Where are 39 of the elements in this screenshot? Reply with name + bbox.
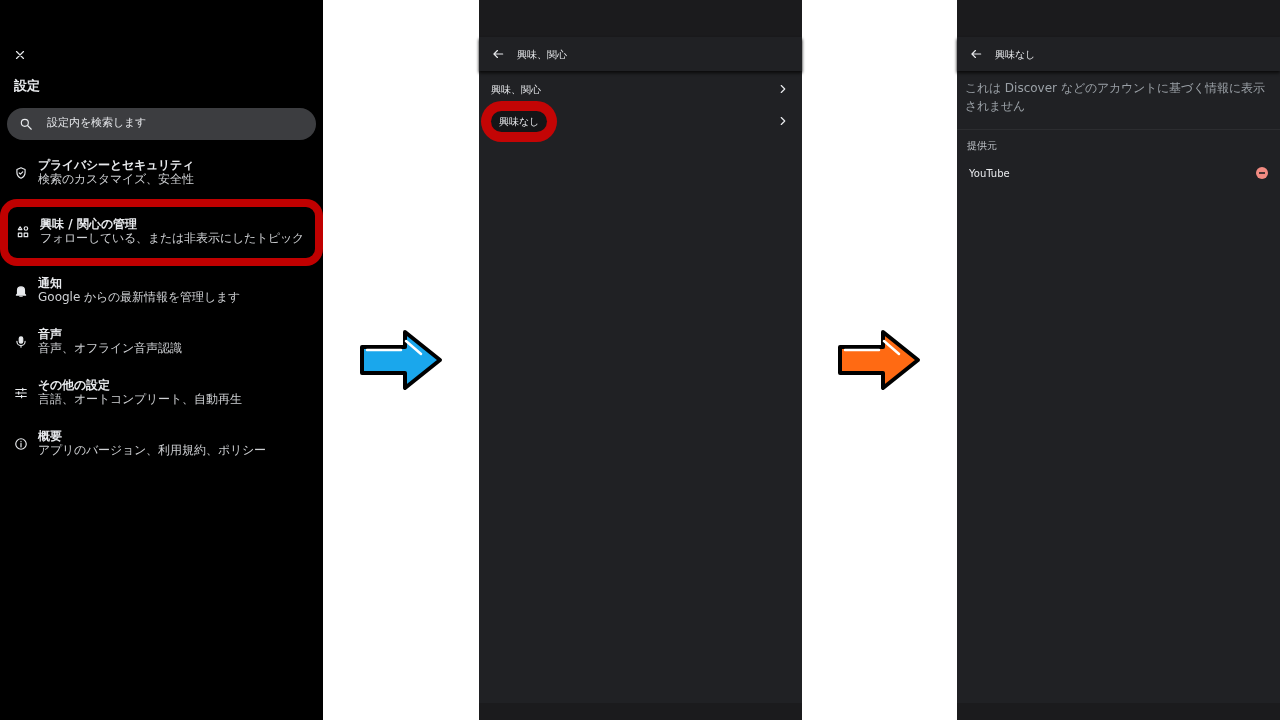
item-label: YouTube xyxy=(969,166,1010,181)
item-title: 概要 xyxy=(38,429,63,444)
settings-item[interactable]: 音声 音声、オフライン音声認識 xyxy=(6,316,317,368)
section-label: 提供元 xyxy=(966,139,998,153)
list-item[interactable]: 興味、関心 xyxy=(478,73,802,105)
screen-title: 興味なし xyxy=(995,47,1035,62)
list-item[interactable]: 興味なし xyxy=(478,105,802,137)
shapes-icon xyxy=(16,225,30,240)
close-icon[interactable] xyxy=(13,48,27,62)
back-arrow-icon[interactable] xyxy=(969,47,983,61)
item-subtitle: Google からの最新情報を管理します xyxy=(38,290,241,307)
search-input[interactable]: 設定内を検索します xyxy=(45,114,304,133)
item-title: その他の設定 xyxy=(38,378,111,393)
item-title: 音声 xyxy=(38,327,63,342)
search-field[interactable]: 設定内を検索します xyxy=(7,107,316,140)
info-icon xyxy=(14,437,28,452)
item-subtitle: 言語、オートコンプリート、自動再生 xyxy=(38,392,242,409)
item-subtitle: 音声、オフライン音声認識 xyxy=(38,341,182,358)
microphone-icon xyxy=(14,335,28,350)
settings-item[interactable]: プライバシーとセキュリティ 検索のカスタマイズ、安全性 xyxy=(6,147,317,199)
item-subtitle: フォローしている、または非表示にしたトピック xyxy=(40,231,304,248)
sliders-icon xyxy=(14,386,28,401)
item-title: 通知 xyxy=(38,276,63,291)
settings-title: 設定 xyxy=(14,78,41,94)
settings-item[interactable]: 概要 アプリのバージョン、利用規約、ポリシー xyxy=(6,418,317,470)
bell-icon xyxy=(14,284,28,299)
screen-title: 興味、関心 xyxy=(516,47,567,62)
remove-button[interactable] xyxy=(1256,167,1268,179)
item-title: 興味 / 関心の管理 xyxy=(40,217,138,232)
item-title: プライバシーとセキュリティ xyxy=(38,158,194,173)
item-subtitle: 検索のカスタマイズ、安全性 xyxy=(38,172,194,189)
description-text: これは Discover などのアカウントに基づく情報に表示されません xyxy=(957,71,1280,130)
item-subtitle: アプリのバージョン、利用規約、ポリシー xyxy=(38,443,266,460)
settings-item[interactable]: その他の設定 言語、オートコンプリート、自動再生 xyxy=(6,367,317,419)
settings-item[interactable]: 通知 Google からの最新情報を管理します xyxy=(6,265,317,317)
search-icon xyxy=(19,116,33,131)
shield-icon xyxy=(14,166,28,181)
item-label: 興味、関心 xyxy=(490,82,541,97)
back-arrow-icon[interactable] xyxy=(490,47,505,61)
